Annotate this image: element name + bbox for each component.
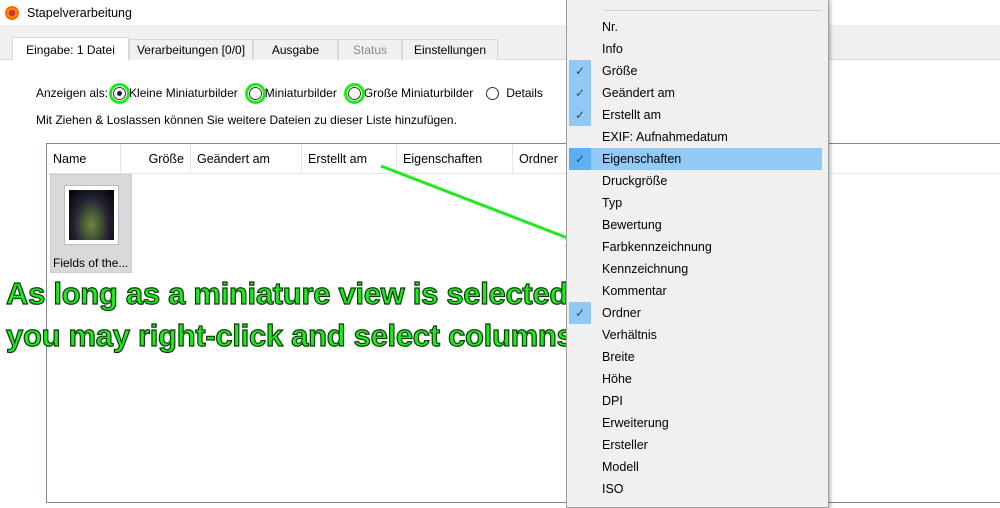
menu-item-erweiterung[interactable]: Erweiterung [569,412,822,434]
check-icon: ✓ [569,82,591,104]
check-placeholder [569,412,591,434]
check-placeholder [569,236,591,258]
check-placeholder [569,214,591,236]
menu-item-exif-aufnahmedatum[interactable]: EXIF: Aufnahmedatum [569,126,822,148]
menu-item-label: Farbkennzeichnung [602,240,712,254]
check-placeholder [569,390,591,412]
menu-item-label: Info [602,42,623,56]
menu-item-label: Höhe [602,372,632,386]
menu-item-größe[interactable]: ✓ Größe [569,60,822,82]
menu-item-iso[interactable]: ISO [569,478,822,500]
menu-item-ersteller[interactable]: Ersteller [569,434,822,456]
menu-item-label: DPI [602,394,623,408]
menu-item-label: Modell [602,460,639,474]
check-placeholder [569,16,591,38]
menu-item-erstellt-am[interactable]: ✓ Erstellt am [569,104,822,126]
menu-item-verhältnis[interactable]: Verhältnis [569,324,822,346]
annotation-arrow [380,164,588,246]
menu-item-bewertung[interactable]: Bewertung [569,214,822,236]
menu-item-modell[interactable]: Modell [569,456,822,478]
menu-item-label: Kommentar [602,284,667,298]
check-placeholder [569,280,591,302]
check-placeholder [569,192,591,214]
check-placeholder [569,434,591,456]
menu-item-label: Erstellt am [602,108,662,122]
check-placeholder [569,478,591,500]
check-icon: ✓ [569,60,591,82]
menu-item-label: ISO [602,482,624,496]
check-placeholder [569,346,591,368]
check-placeholder [569,456,591,478]
menu-item-geändert-am[interactable]: ✓ Geändert am [569,82,822,104]
menu-item-kennzeichnung[interactable]: Kennzeichnung [569,258,822,280]
check-placeholder [569,38,591,60]
menu-item-label: Ordner [602,306,641,320]
menu-item-label: Verhältnis [602,328,657,342]
column-context-menu: Nr. Info ✓ Größe ✓ Geändert am ✓ Erstellt am EXI… [566,0,829,508]
check-placeholder [569,324,591,346]
menu-item-eigenschaften[interactable]: ✓ Eigenschaften [569,148,822,170]
menu-item-ordner[interactable]: ✓ Ordner [569,302,822,324]
menu-item-label: Bewertung [602,218,662,232]
menu-item-label: Druckgröße [602,174,668,188]
menu-item-label: Eigenschaften [602,152,682,166]
menu-item-info[interactable]: Info [569,38,822,60]
menu-item-druckgröße[interactable]: Druckgröße [569,170,822,192]
menu-item-label: Geändert am [602,86,675,100]
menu-item-label: EXIF: Aufnahmedatum [602,130,728,144]
check-placeholder [569,170,591,192]
menu-item-label: Breite [602,350,635,364]
menu-item-dpi[interactable]: DPI [569,390,822,412]
menu-item-label: Größe [602,64,638,78]
menu-item-typ[interactable]: Typ [569,192,822,214]
menu-item-label: Nr. [602,20,618,34]
menu-item-label: Kennzeichnung [602,262,689,276]
menu-item-farbkennzeichnung[interactable]: Farbkennzeichnung [569,236,822,258]
menu-item-nr-[interactable]: Nr. [569,16,822,38]
menu-separator [604,10,822,11]
menu-item-kommentar[interactable]: Kommentar [569,280,822,302]
check-placeholder [569,258,591,280]
check-icon: ✓ [569,104,591,126]
check-placeholder [569,368,591,390]
menu-item-label: Erweiterung [602,416,669,430]
check-icon: ✓ [569,302,591,324]
check-icon: ✓ [569,148,591,170]
menu-item-label: Typ [602,196,623,210]
menu-item-breite[interactable]: Breite [569,346,822,368]
menu-item-höhe[interactable]: Höhe [569,368,822,390]
menu-item-label: Ersteller [602,438,648,452]
check-placeholder [569,126,591,148]
